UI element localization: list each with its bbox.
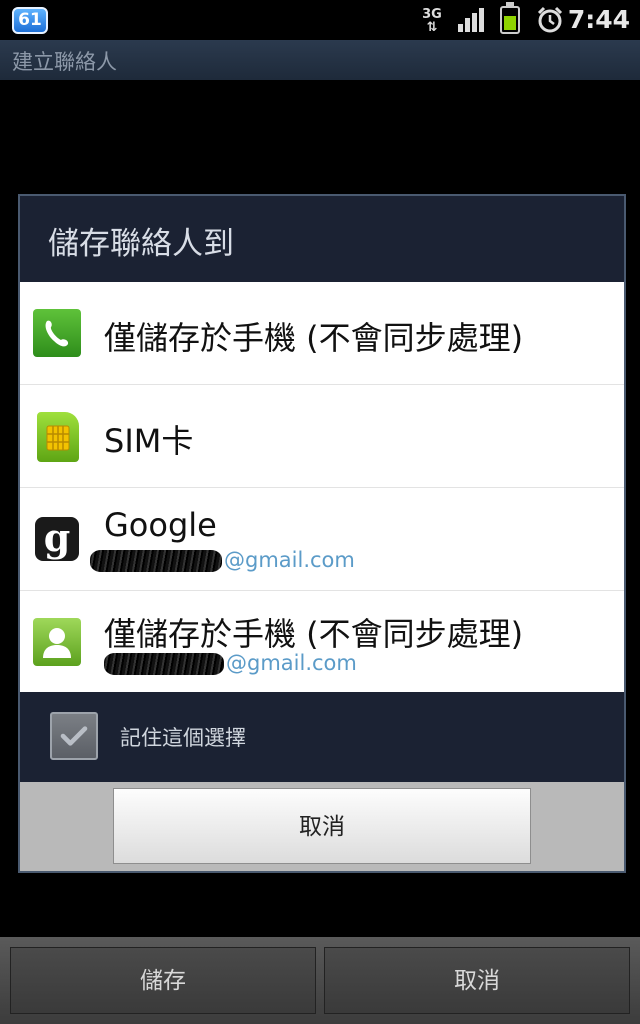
remember-choice-label: 記住這個選擇 [120, 726, 246, 750]
dialog-title: 儲存聯絡人到 [48, 226, 234, 262]
3g-data-icon: 3G ⇅ [418, 8, 446, 34]
list-item-sim-card[interactable]: SIM卡 [20, 385, 624, 488]
notification-badge-icon[interactable]: 61 [12, 7, 48, 34]
signal-strength-icon [458, 8, 484, 32]
list-item-label: 僅儲存於手機 (不會同步處理) [104, 615, 524, 653]
account-email-suffix: @gmail.com [224, 548, 355, 572]
save-button[interactable]: 儲存 [10, 947, 316, 1014]
list-item-label: Google [104, 506, 217, 544]
sim-card-icon [37, 412, 79, 462]
account-email: @gmail.com [90, 651, 357, 681]
phone-icon [33, 309, 81, 357]
redacted-scribble [90, 550, 222, 572]
account-email-suffix: @gmail.com [226, 651, 357, 675]
status-clock: 7:44 [567, 5, 630, 34]
account-email: @gmail.com [90, 548, 355, 578]
alarm-clock-icon [537, 6, 563, 33]
dialog-cancel-button[interactable]: 取消 [113, 788, 531, 864]
cancel-button[interactable]: 取消 [324, 947, 630, 1014]
list-item-label: SIM卡 [104, 422, 194, 460]
battery-icon [500, 2, 520, 34]
list-item-phone-account[interactable]: 僅儲存於手機 (不會同步處理) @gmail.com [20, 591, 624, 694]
dialog-button-bar: 取消 [20, 782, 624, 871]
app-title-bar: 建立聯絡人 [0, 40, 640, 80]
status-bar: 61 3G ⇅ 7:44 [0, 0, 640, 40]
check-icon [60, 726, 88, 746]
contact-icon [33, 618, 81, 666]
redacted-scribble [104, 653, 224, 675]
list-item-phone-only[interactable]: 僅儲存於手機 (不會同步處理) [20, 282, 624, 385]
google-icon: g [35, 517, 79, 561]
remember-choice-checkbox[interactable] [50, 712, 98, 760]
bottom-action-bar: 儲存 取消 [0, 937, 640, 1024]
data-arrows-icon: ⇅ [426, 20, 438, 35]
page-title: 建立聯絡人 [12, 50, 117, 74]
remember-choice-row[interactable]: 記住這個選擇 [20, 692, 624, 782]
dialog-header: 儲存聯絡人到 [20, 196, 624, 282]
storage-options-list: 僅儲存於手機 (不會同步處理) SIM卡 g Google @gmail.com… [20, 282, 624, 692]
save-contact-dialog: 儲存聯絡人到 僅儲存於手機 (不會同步處理) SIM卡 g Google @gm… [18, 194, 626, 873]
list-item-google-account[interactable]: g Google @gmail.com [20, 488, 624, 591]
list-item-label: 僅儲存於手機 (不會同步處理) [104, 319, 524, 357]
